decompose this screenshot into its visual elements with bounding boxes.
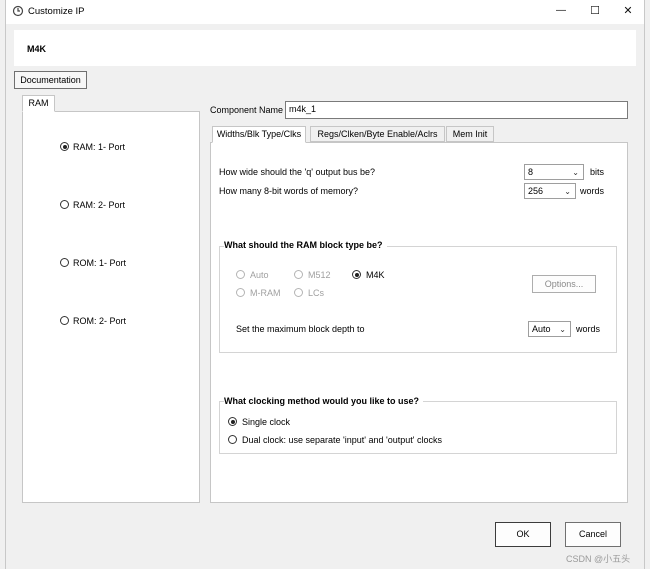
rom-1-port-radio[interactable] — [60, 258, 69, 267]
ram-1-port-radio[interactable] — [60, 142, 69, 151]
memory-words-label: How many 8-bit words of memory? — [219, 186, 359, 196]
tab-regs-clken-byte-enable-aclrs[interactable]: Regs/Clken/Byte Enable/Aclrs — [310, 126, 445, 142]
block-auto-label[interactable]: Auto — [250, 270, 269, 280]
block-type-title: What should the RAM block type be? — [224, 240, 387, 250]
cancel-button[interactable]: Cancel — [565, 522, 621, 547]
block-m-ram-radio[interactable] — [236, 288, 245, 297]
rom-2-port-label[interactable]: ROM: 2- Port — [73, 316, 126, 326]
options-button[interactable]: Options... — [532, 275, 596, 293]
q-bus-width-unit: bits — [590, 167, 605, 177]
dual-clock-label[interactable]: Dual clock: use separate 'input' and 'ou… — [242, 435, 442, 445]
chevron-down-icon: ⌄ — [559, 325, 566, 334]
tab-mem-init[interactable]: Mem Init — [446, 126, 494, 142]
memory-words-select[interactable]: 256 ⌄ — [524, 183, 576, 199]
clocking-title: What clocking method would you like to u… — [224, 396, 424, 406]
tab-ram[interactable]: RAM — [22, 95, 55, 112]
window-title: Customize IP — [28, 6, 85, 17]
background-window-edge-right — [644, 0, 650, 569]
block-m4k-radio[interactable] — [352, 270, 361, 279]
block-depth-label: Set the maximum block depth to — [236, 324, 365, 334]
single-clock-label[interactable]: Single clock — [242, 417, 290, 427]
block-lcs-radio[interactable] — [294, 288, 303, 297]
minimize-icon[interactable]: — — [546, 0, 576, 22]
app-icon — [12, 5, 24, 17]
ram-2-port-label[interactable]: RAM: 2- Port — [73, 200, 125, 210]
q-bus-width-value: 8 — [528, 167, 534, 177]
ram-1-port-label[interactable]: RAM: 1- Port — [73, 142, 125, 152]
watermark: CSDN @小五头 — [566, 554, 631, 564]
block-m512-radio[interactable] — [294, 270, 303, 279]
block-lcs-label[interactable]: LCs — [308, 288, 324, 298]
block-auto-radio[interactable] — [236, 270, 245, 279]
component-name-input[interactable]: m4k_1 — [285, 101, 628, 119]
close-icon[interactable]: ✕ — [613, 0, 643, 22]
block-depth-unit: words — [576, 324, 601, 334]
block-depth-select[interactable]: Auto ⌄ — [528, 321, 571, 337]
header-panel: M4K — [14, 30, 636, 66]
rom-1-port-label[interactable]: ROM: 1- Port — [73, 258, 126, 268]
component-name-label: Component Name — [210, 105, 284, 115]
ok-button[interactable]: OK — [495, 522, 551, 547]
ram-type-panel — [22, 111, 200, 503]
documentation-button[interactable]: Documentation — [14, 71, 87, 89]
block-depth-value: Auto — [532, 324, 551, 334]
clocking-group — [219, 401, 617, 454]
memory-words-unit: words — [580, 186, 605, 196]
q-bus-width-label: How wide should the 'q' output bus be? — [219, 167, 376, 177]
rom-2-port-radio[interactable] — [60, 316, 69, 325]
maximize-icon[interactable]: ☐ — [580, 0, 610, 22]
chevron-down-icon: ⌄ — [572, 168, 579, 177]
single-clock-radio[interactable] — [228, 417, 237, 426]
dual-clock-radio[interactable] — [228, 435, 237, 444]
block-m512-label[interactable]: M512 — [308, 270, 331, 280]
ram-2-port-radio[interactable] — [60, 200, 69, 209]
ip-name-title: M4K — [27, 44, 47, 54]
block-m-ram-label[interactable]: M-RAM — [250, 288, 281, 298]
tab-widths-blk-type-clks[interactable]: Widths/Blk Type/Clks — [212, 126, 306, 143]
memory-words-value: 256 — [528, 186, 544, 196]
q-bus-width-select[interactable]: 8 ⌄ — [524, 164, 584, 180]
block-m4k-label[interactable]: M4K — [366, 270, 385, 280]
chevron-down-icon: ⌄ — [564, 187, 571, 196]
title-bar[interactable]: Customize IP — ☐ ✕ — [6, 0, 644, 24]
